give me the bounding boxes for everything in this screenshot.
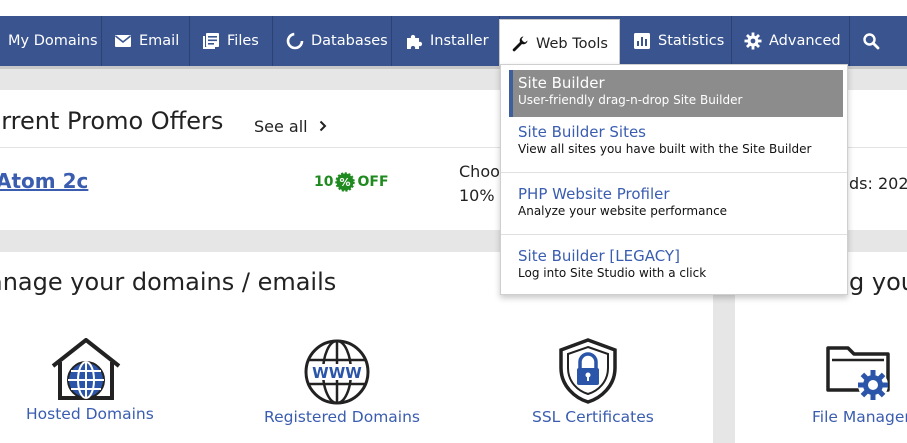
discount-label: 10 % OFF xyxy=(314,172,389,192)
dropdown-item-title: Site Builder [LEGACY] xyxy=(518,247,680,265)
nav-item-label: Files xyxy=(227,33,259,49)
discount-badge-icon: % xyxy=(335,172,356,192)
search-icon xyxy=(862,32,880,50)
nav-item-web-tools[interactable]: Web Tools xyxy=(499,19,620,67)
envelope-icon xyxy=(114,32,132,50)
dropdown-item-site-builder-sites[interactable]: Site Builder Sites View all sites you ha… xyxy=(509,119,843,169)
tile-label: SSL Certificates xyxy=(532,408,654,426)
nav-item-label: Email xyxy=(139,33,180,49)
dropdown-item-site-builder-legacy[interactable]: Site Builder [LEGACY] Log into Site Stud… xyxy=(509,243,843,293)
files-section-title: g your s xyxy=(849,268,907,296)
promo-product-link[interactable]: Atom 2c xyxy=(0,169,88,193)
database-icon xyxy=(286,32,304,50)
folder-gear-icon xyxy=(826,338,896,410)
top-strip xyxy=(0,0,907,16)
dropdown-item-php-profiler[interactable]: PHP Website Profiler Analyze your websit… xyxy=(509,181,843,231)
dropdown-item-desc: View all sites you have built with the S… xyxy=(518,142,812,156)
tile-label: Hosted Domains xyxy=(26,405,154,423)
promo-title: urrent Promo Offers xyxy=(0,107,224,135)
dropdown-item-desc: Log into Site Studio with a click xyxy=(518,266,707,280)
files-icon xyxy=(202,32,220,50)
bar-chart-icon xyxy=(633,32,651,50)
shield-lock-icon xyxy=(557,338,619,408)
web-tools-dropdown: Site Builder User-friendly drag-n-drop S… xyxy=(500,64,848,295)
nav-item-label: Installer xyxy=(430,33,489,49)
nav-item-databases[interactable]: Databases xyxy=(273,16,392,66)
nav-item-label: Statistics xyxy=(658,33,725,49)
dropdown-separator xyxy=(501,234,847,235)
nav-item-installer[interactable]: Installer xyxy=(392,16,500,66)
gear-icon xyxy=(744,32,762,50)
see-all-label: See all xyxy=(254,117,308,136)
discount-value: 10 xyxy=(314,174,334,190)
nav-item-advanced[interactable]: Advanced xyxy=(732,16,850,66)
nav-item-files[interactable]: Files xyxy=(190,16,273,66)
puzzle-icon xyxy=(405,32,423,50)
search-button[interactable] xyxy=(850,16,890,66)
main-nav: My Domains Email Files Databases Install… xyxy=(0,16,907,67)
discount-badge-text: % xyxy=(340,176,351,189)
chevron-right-icon xyxy=(319,117,327,136)
discount-off: OFF xyxy=(357,174,389,190)
nav-item-label: My Domains xyxy=(8,33,98,49)
dropdown-item-title: Site Builder xyxy=(518,74,605,92)
promo-date-text: ds: 2025 xyxy=(849,174,907,193)
dropdown-item-desc: Analyze your website performance xyxy=(518,204,728,218)
dropdown-separator xyxy=(501,172,847,173)
www-globe-icon: WWW xyxy=(303,338,371,410)
dropdown-item-title: PHP Website Profiler xyxy=(518,185,670,203)
wrench-icon xyxy=(511,35,529,53)
dropdown-item-desc: User-friendly drag-n-drop Site Builder xyxy=(518,93,743,107)
dropdown-item-title: Site Builder Sites xyxy=(518,123,646,141)
nav-item-label: Databases xyxy=(311,33,388,49)
see-all-link[interactable]: See all xyxy=(254,117,327,136)
nav-item-label: Web Tools xyxy=(536,35,608,52)
svg-text:WWW: WWW xyxy=(312,364,362,382)
manage-section-title: anage your domains / emails xyxy=(0,268,337,296)
nav-item-statistics[interactable]: Statistics xyxy=(620,16,732,66)
tile-label: File Manager xyxy=(812,408,907,426)
tile-label: Registered Domains xyxy=(264,408,420,426)
nav-item-email[interactable]: Email xyxy=(102,16,190,66)
dropdown-item-site-builder[interactable]: Site Builder User-friendly drag-n-drop S… xyxy=(509,70,843,117)
nav-item-label: Advanced xyxy=(769,33,841,49)
nav-item-my-domains[interactable]: My Domains xyxy=(0,16,102,66)
house-globe-icon xyxy=(50,338,122,406)
